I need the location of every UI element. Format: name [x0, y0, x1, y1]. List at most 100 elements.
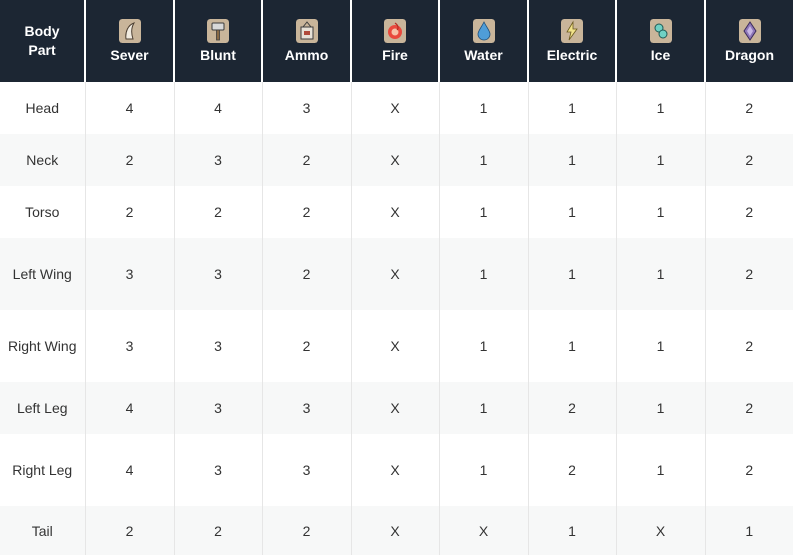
- table-body: Head 4 4 3 X 1 1 1 2 Neck 2 3 2 X 1 1 1 …: [0, 82, 793, 555]
- table-header: Body Part Sever Blunt Ammo Fire Water El…: [0, 0, 793, 82]
- body-part-cell: Tail: [0, 506, 86, 555]
- water-cell: 1: [439, 238, 529, 310]
- sever-cell: 4: [85, 434, 175, 506]
- blunt-cell: 4: [174, 82, 263, 134]
- header-body-part: Body Part: [0, 0, 86, 82]
- dragon-cell: 2: [705, 434, 793, 506]
- sever-cell: 3: [85, 310, 175, 382]
- electric-cell: 1: [528, 186, 617, 238]
- table-row: Left Leg 4 3 3 X 1 2 1 2: [0, 382, 793, 434]
- ice-cell: 1: [616, 434, 706, 506]
- ice-crystal-icon: [649, 19, 672, 43]
- table-row: Tail 2 2 2 X X 1 X 1: [0, 506, 793, 555]
- ice-cell: X: [616, 506, 706, 555]
- header-label: Fire: [382, 47, 408, 63]
- dragon-cell: 2: [705, 82, 793, 134]
- fire-cell: X: [351, 134, 440, 186]
- dragon-cell: 2: [705, 310, 793, 382]
- flame-icon: [384, 19, 406, 43]
- fire-cell: X: [351, 434, 440, 506]
- header-label: Water: [464, 47, 503, 63]
- electric-cell: 2: [528, 434, 617, 506]
- dragon-cell: 2: [705, 382, 793, 434]
- water-cell: 1: [439, 134, 529, 186]
- body-part-cell: Right Leg: [0, 434, 86, 506]
- header-blunt: Blunt: [174, 0, 263, 82]
- ice-cell: 1: [616, 134, 706, 186]
- header-label: Blunt: [200, 47, 236, 63]
- sever-cell: 4: [85, 82, 175, 134]
- water-cell: 1: [439, 310, 529, 382]
- body-part-cell: Torso: [0, 186, 86, 238]
- ammo-cell: 2: [262, 310, 352, 382]
- hammer-icon: [207, 19, 229, 43]
- dragon-cell: 1: [705, 506, 793, 555]
- blunt-cell: 3: [174, 434, 263, 506]
- body-part-cell: Neck: [0, 134, 86, 186]
- ammo-cell: 3: [262, 382, 352, 434]
- table-row: Right Wing 3 3 2 X 1 1 1 2: [0, 310, 793, 382]
- fire-cell: X: [351, 82, 440, 134]
- body-part-cell: Right Wing: [0, 310, 86, 382]
- ammo-cell: 2: [262, 134, 352, 186]
- ammo-cell: 2: [262, 506, 352, 555]
- header-label: Body Part: [24, 23, 60, 58]
- sever-cell: 2: [85, 134, 175, 186]
- water-drop-icon: [472, 19, 495, 43]
- electric-cell: 1: [528, 506, 617, 555]
- fire-cell: X: [351, 506, 440, 555]
- water-cell: 1: [439, 186, 529, 238]
- dragon-cell: 2: [705, 238, 793, 310]
- ammo-cell: 2: [262, 238, 352, 310]
- electric-cell: 1: [528, 238, 617, 310]
- ice-cell: 1: [616, 186, 706, 238]
- electric-cell: 1: [528, 310, 617, 382]
- dragon-cell: 2: [705, 134, 793, 186]
- water-cell: 1: [439, 82, 529, 134]
- ammo-box-icon: [295, 19, 318, 43]
- dragon-gem-icon: [738, 19, 761, 43]
- table-row: Neck 2 3 2 X 1 1 1 2: [0, 134, 793, 186]
- header-label: Electric: [546, 47, 598, 63]
- ammo-cell: 2: [262, 186, 352, 238]
- blunt-cell: 3: [174, 382, 263, 434]
- header-electric: Electric: [528, 0, 617, 82]
- sever-cell: 2: [85, 506, 175, 555]
- blunt-cell: 3: [174, 310, 263, 382]
- table-row: Left Wing 3 3 2 X 1 1 1 2: [0, 238, 793, 310]
- electric-cell: 1: [528, 82, 617, 134]
- ammo-cell: 3: [262, 82, 352, 134]
- table-row: Torso 2 2 2 X 1 1 1 2: [0, 186, 793, 238]
- ice-cell: 1: [616, 238, 706, 310]
- sever-cell: 3: [85, 238, 175, 310]
- ice-cell: 1: [616, 310, 706, 382]
- header-label: Sever: [110, 47, 149, 63]
- body-part-cell: Head: [0, 82, 86, 134]
- blunt-cell: 3: [174, 134, 263, 186]
- body-part-cell: Left Wing: [0, 238, 86, 310]
- sever-cell: 2: [85, 186, 175, 238]
- header-fire: Fire: [351, 0, 440, 82]
- water-cell: X: [439, 506, 529, 555]
- header-label: Dragon: [725, 47, 774, 63]
- fire-cell: X: [351, 238, 440, 310]
- electric-cell: 2: [528, 382, 617, 434]
- header-ammo: Ammo: [262, 0, 352, 82]
- water-cell: 1: [439, 434, 529, 506]
- header-row: Body Part Sever Blunt Ammo Fire Water El…: [0, 0, 793, 82]
- ice-cell: 1: [616, 82, 706, 134]
- header-water: Water: [439, 0, 529, 82]
- table-row: Head 4 4 3 X 1 1 1 2: [0, 82, 793, 134]
- lightning-icon: [561, 19, 583, 43]
- header-label: Ice: [650, 47, 671, 63]
- claw-icon: [118, 19, 141, 43]
- header-sever: Sever: [85, 0, 175, 82]
- sever-cell: 4: [85, 382, 175, 434]
- fire-cell: X: [351, 310, 440, 382]
- blunt-cell: 2: [174, 186, 263, 238]
- header-label: Ammo: [284, 47, 329, 63]
- water-cell: 1: [439, 382, 529, 434]
- header-ice: Ice: [616, 0, 706, 82]
- dragon-cell: 2: [705, 186, 793, 238]
- header-dragon: Dragon: [705, 0, 793, 82]
